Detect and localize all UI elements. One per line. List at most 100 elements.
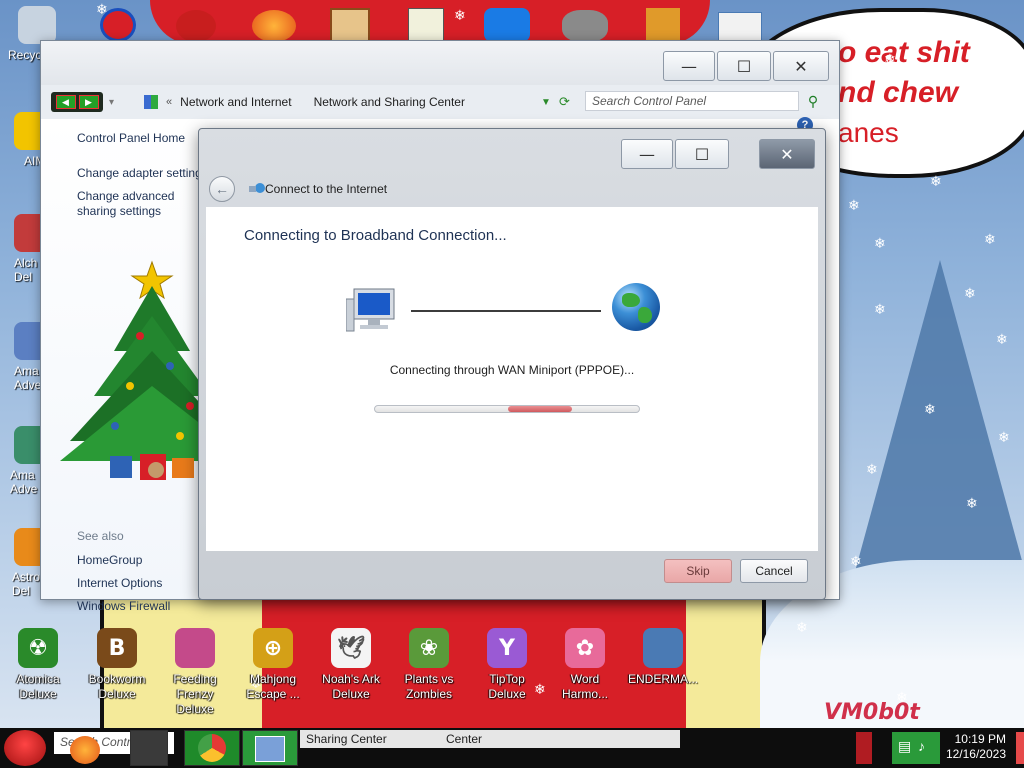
dialog-minimize-button[interactable]: — — [621, 139, 673, 169]
snowflake-icon: ❄ — [984, 232, 996, 248]
internet-options-link[interactable]: Internet Options — [77, 576, 162, 590]
desktop-icon-label: Recyc — [8, 48, 42, 62]
desktop-icon-word-harmony[interactable]: ✿ Word Harmo... — [547, 628, 623, 702]
enderman-icon — [643, 628, 683, 668]
clock-date: 12/16/2023 — [945, 747, 1006, 761]
desktop-icon-label: Plants vs Zombies — [404, 672, 454, 701]
windows-firewall-link[interactable]: Windows Firewall — [77, 599, 170, 613]
tiptop-icon: Y — [487, 628, 527, 668]
desktop-icon-atomica[interactable]: ☢ Atomica Deluxe — [0, 628, 76, 702]
desktop-icon-noahs-ark[interactable]: 🕊 Noah's Ark Deluxe — [313, 628, 389, 702]
control-panel-icon — [255, 736, 285, 762]
recycle-bin-icon — [18, 6, 56, 44]
desktop-icon-label: Word Harmo... — [561, 672, 608, 701]
desktop-icon-tiptop[interactable]: Y TipTop Deluxe — [469, 628, 545, 702]
network-icon — [249, 183, 265, 193]
word-harmony-icon: ✿ — [565, 628, 605, 668]
desktop-icon-label: Mahjong Escape ... — [246, 672, 300, 701]
snowflake-icon: ❄ — [964, 286, 976, 302]
back-arrow-icon[interactable]: ← — [209, 176, 235, 202]
control-panel-icon — [144, 95, 159, 109]
back-arrow-icon[interactable]: ◀ — [55, 95, 76, 109]
desktop-icon-label: Feeding Frenzy Deluxe — [173, 672, 217, 716]
search-icon[interactable]: ⚲ — [805, 93, 821, 109]
cancel-button[interactable]: Cancel — [740, 559, 808, 583]
desktop-icon-label: Noah's Ark Deluxe — [322, 672, 380, 701]
skip-button[interactable]: Skip — [664, 559, 732, 583]
control-panel-search-input[interactable]: Search Control Panel — [585, 91, 799, 111]
bookworm-icon: B — [97, 628, 137, 668]
explorer-taskbar-icon[interactable] — [130, 730, 168, 766]
plants-vs-zombies-icon: ❀ — [409, 628, 449, 668]
maximize-button[interactable]: ☐ — [717, 51, 771, 81]
snowflake-icon: ❄ — [996, 332, 1008, 348]
progress-marquee — [508, 406, 572, 412]
forward-arrow-icon[interactable]: ▶ — [78, 95, 99, 109]
firefox-taskbar-icon[interactable] — [70, 736, 100, 764]
breadcrumb-network-and-sharing-center[interactable]: Network and Sharing Center — [314, 95, 465, 109]
desktop-top-icon[interactable] — [330, 8, 370, 42]
desktop-top-icon[interactable] — [408, 8, 444, 42]
system-clock[interactable]: 10:19 PM 12/16/2023 — [946, 732, 1006, 762]
control-panel-taskbar-button[interactable] — [242, 730, 298, 766]
desktop-icon-bookworm[interactable]: B Bookworm Deluxe — [79, 628, 155, 702]
tray-icons[interactable]: ▤ ♪ — [892, 732, 940, 764]
firefox-icon[interactable] — [252, 10, 296, 42]
taskbar-task-network[interactable]: Sharing Center — [300, 730, 440, 748]
address-bar: ◀ ▶ ▾ « Network and Internet Network and… — [51, 89, 829, 115]
snowflake-icon: ❄ — [796, 620, 808, 636]
globe-icon — [612, 283, 660, 331]
volume-icon[interactable]: ♪ — [918, 738, 925, 754]
tray-flag — [856, 732, 872, 764]
minimize-button[interactable]: — — [663, 51, 715, 81]
dialog-close-button[interactable]: ✕ — [759, 139, 815, 169]
snowflake-icon: ❄ — [874, 236, 886, 252]
chrome-taskbar-button[interactable] — [184, 730, 240, 766]
desktop-top-icon[interactable] — [100, 8, 136, 42]
close-button[interactable]: ✕ — [773, 51, 829, 81]
dialog-footer: Skip Cancel — [206, 551, 818, 599]
clock-time: 10:19 PM — [954, 732, 1006, 746]
taskbar: Search Control Sharing Center Center ▤ ♪… — [0, 728, 1024, 768]
chrome-icon — [198, 734, 226, 762]
desktop-top-icon[interactable] — [176, 10, 216, 42]
back-forward-buttons[interactable]: ◀ ▶ — [51, 92, 103, 112]
control-panel-titlebar[interactable]: — ☐ ✕ — [41, 41, 839, 85]
bubble-text-line-3: anes — [838, 117, 899, 148]
connecting-heading: Connecting to Broadband Connection... — [244, 227, 507, 244]
connection-status-text: Connecting through WAN Miniport (PPPOE).… — [389, 363, 635, 377]
dialog-maximize-button[interactable]: ☐ — [675, 139, 729, 169]
network-tray-icon[interactable]: ▤ — [898, 738, 911, 755]
desktop-top-icon[interactable] — [562, 10, 608, 42]
snowflake-icon: ❄ — [930, 174, 942, 190]
refresh-icon[interactable]: ⟳ — [559, 94, 570, 110]
atomica-icon: ☢ — [18, 628, 58, 668]
change-advanced-sharing-settings-link[interactable]: Change advanced sharing settings — [77, 189, 207, 219]
computer-icon — [346, 288, 395, 332]
snowflake-icon: ❄ — [848, 198, 860, 214]
desktop-icon-feeding-frenzy[interactable]: Feeding Frenzy Deluxe — [157, 628, 233, 717]
taskbar-task-center[interactable]: Center — [440, 730, 680, 748]
mahjong-icon: ⊕ — [253, 628, 293, 668]
desktop-icon-plants-vs-zombies[interactable]: ❀ Plants vs Zombies — [391, 628, 467, 702]
snowflake-icon: ❄ — [850, 554, 862, 570]
desktop-top-icon[interactable] — [484, 8, 530, 42]
start-button[interactable] — [4, 730, 46, 766]
desktop-icon-mahjong-escape[interactable]: ⊕ Mahjong Escape ... — [235, 628, 311, 702]
show-desktop-button[interactable] — [1016, 732, 1024, 764]
see-also-heading: See also — [77, 529, 124, 543]
snowflake-icon: ❄ — [866, 462, 878, 478]
wallpaper-watermark: VM0b0t — [824, 700, 920, 725]
address-dropdown-icon[interactable]: ▼ — [541, 97, 551, 108]
bubble-text-line-2: nd chew — [838, 76, 959, 109]
feeding-frenzy-icon — [175, 628, 215, 668]
connection-line — [411, 310, 601, 312]
homegroup-link[interactable]: HomeGroup — [77, 553, 142, 567]
desktop-top-icon[interactable] — [646, 8, 680, 42]
snowflake-icon: ❄ — [874, 302, 886, 318]
dialog-content: Connecting to Broadband Connection... Co… — [206, 207, 818, 551]
history-dropdown-icon[interactable]: ▾ — [109, 97, 114, 108]
breadcrumb-network-and-internet[interactable]: Network and Internet — [180, 95, 291, 109]
desktop-icon-enderman[interactable]: ENDERMA... — [625, 628, 701, 687]
dialog-title: Connect to the Internet — [265, 182, 388, 196]
